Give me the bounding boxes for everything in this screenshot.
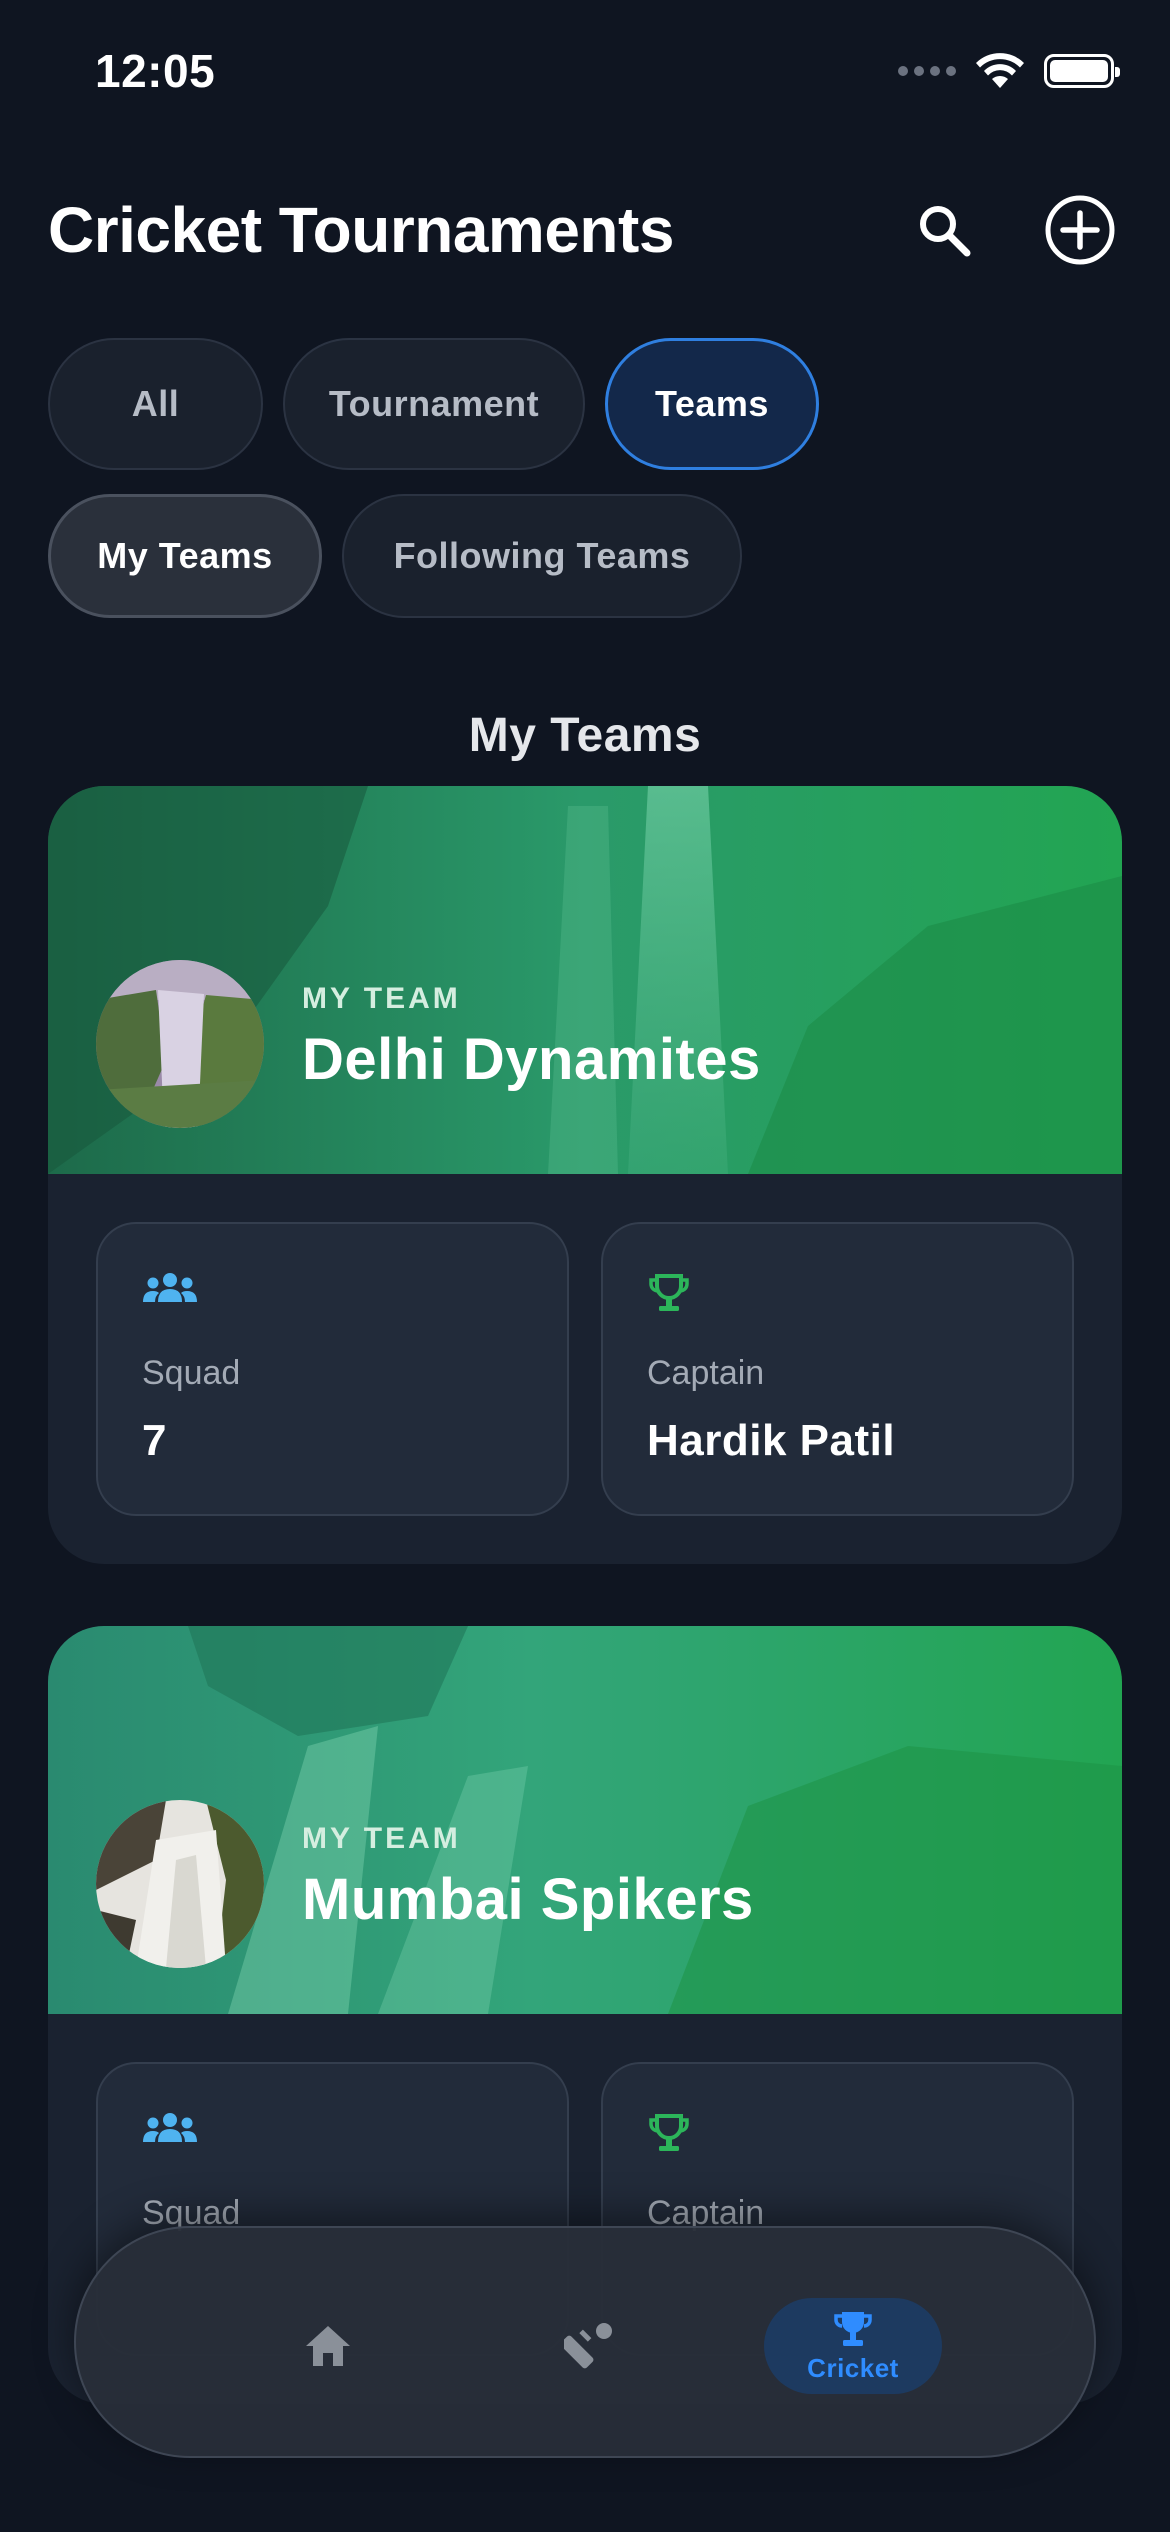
nav-matches[interactable] <box>534 2298 646 2394</box>
trophy-icon <box>649 2114 689 2151</box>
page-title: Cricket Tournaments <box>48 194 674 266</box>
add-tournament-button[interactable] <box>1038 188 1122 272</box>
people-icon <box>143 2113 197 2142</box>
team-avatar <box>96 1800 264 1968</box>
team-logo-image <box>96 1800 264 1968</box>
search-icon <box>920 206 971 257</box>
status-icons <box>898 52 1120 90</box>
captain-label: Captain <box>647 1354 765 1392</box>
team-avatar <box>96 960 264 1128</box>
cricket-bat-icon <box>564 2323 612 2369</box>
squad-stat: Squad 7 <box>96 1222 569 1516</box>
chip-tournament[interactable]: Tournament <box>283 338 585 470</box>
section-title: My Teams <box>468 709 702 762</box>
cellular-signal-icon <box>898 66 956 76</box>
squad-label: Squad <box>142 1354 241 1392</box>
nav-home[interactable] <box>272 2298 384 2394</box>
nav-cricket-label: Cricket <box>807 2352 899 2383</box>
home-icon <box>306 2326 350 2366</box>
battery-icon <box>1044 54 1120 88</box>
team-logo-image <box>96 960 264 1128</box>
search-button[interactable] <box>902 188 986 272</box>
secondary-filter-chips: My Teams Following Teams <box>48 494 742 618</box>
people-icon <box>143 1273 197 1302</box>
squad-value: 7 <box>142 1416 167 1465</box>
captain-stat: Captain Hardik Patil <box>601 1222 1074 1516</box>
team-banner: MY TEAM Mumbai Spikers <box>48 1626 1122 2014</box>
team-name: Mumbai Spikers <box>302 1867 754 1932</box>
team-stats: Squad 7 Captain Hardik Patil <box>96 1222 1074 1516</box>
status-bar: 12:05 <box>0 0 1170 150</box>
wifi-icon <box>976 53 1024 88</box>
nav-cricket[interactable]: Cricket <box>764 2298 942 2394</box>
team-eyebrow-label: MY TEAM <box>302 1822 461 1855</box>
chip-following-teams[interactable]: Following Teams <box>342 494 742 618</box>
team-banner: MY TEAM Delhi Dynamites <box>48 786 1122 1174</box>
captain-value: Hardik Patil <box>647 1416 896 1465</box>
primary-filter-chips: All Tournament Teams <box>48 338 819 470</box>
add-circle-icon <box>1045 195 1115 265</box>
team-card[interactable]: MY TEAM Delhi Dynamites Squad 7 Captain … <box>48 786 1122 1564</box>
app-header: Cricket Tournaments <box>48 180 1122 280</box>
chip-my-teams[interactable]: My Teams <box>48 494 322 618</box>
team-eyebrow-label: MY TEAM <box>302 982 461 1015</box>
bottom-navigation: Cricket <box>74 2226 1096 2458</box>
trophy-icon <box>834 2311 872 2346</box>
status-time: 12:05 <box>95 45 216 97</box>
chip-teams[interactable]: Teams <box>605 338 819 470</box>
trophy-icon <box>649 1274 689 1311</box>
chip-all[interactable]: All <box>48 338 263 470</box>
team-name: Delhi Dynamites <box>302 1027 761 1092</box>
